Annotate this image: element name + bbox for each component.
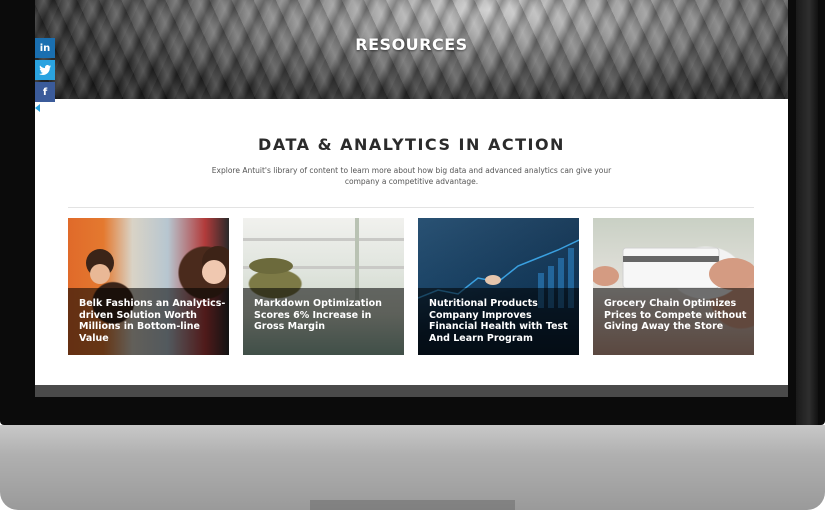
section-description: Explore Antuit's library of content to l…	[211, 166, 612, 186]
social-share-bar: in f	[35, 38, 55, 112]
divider	[68, 207, 754, 208]
resource-card-markdown[interactable]: Markdown Optimization Scores 6% Increase…	[243, 218, 404, 355]
facebook-icon[interactable]: f	[35, 82, 55, 102]
resource-card-grocery[interactable]: Grocery Chain Optimizes Prices to Compet…	[593, 218, 754, 355]
twitter-icon[interactable]	[35, 60, 55, 80]
resource-cards: Belk Fashions an Analytics-driven Soluti…	[68, 218, 758, 355]
card-title: Nutritional Products Company Improves Fi…	[429, 298, 568, 344]
card-title: Grocery Chain Optimizes Prices to Compet…	[604, 298, 747, 332]
content-section: DATA & ANALYTICS IN ACTION Explore Antui…	[35, 99, 788, 385]
section-title: DATA & ANALYTICS IN ACTION	[258, 135, 565, 154]
card-title: Markdown Optimization Scores 6% Increase…	[254, 298, 382, 332]
monitor-chin	[0, 425, 825, 510]
screen: RESOURCES DATA & ANALYTICS IN ACTION Exp…	[35, 0, 788, 397]
resource-card-nutritional[interactable]: Nutritional Products Company Improves Fi…	[418, 218, 579, 355]
card-title: Belk Fashions an Analytics-driven Soluti…	[79, 298, 226, 344]
resource-card-belk[interactable]: Belk Fashions an Analytics-driven Soluti…	[68, 218, 229, 355]
monitor-edge	[796, 0, 818, 425]
hero-banner: RESOURCES	[35, 0, 788, 99]
screen-bottom-bar	[35, 385, 788, 397]
linkedin-icon[interactable]: in	[35, 38, 55, 58]
caret-left-icon[interactable]	[35, 104, 40, 112]
hero-title: RESOURCES	[355, 35, 468, 54]
monitor-stand	[310, 500, 515, 510]
